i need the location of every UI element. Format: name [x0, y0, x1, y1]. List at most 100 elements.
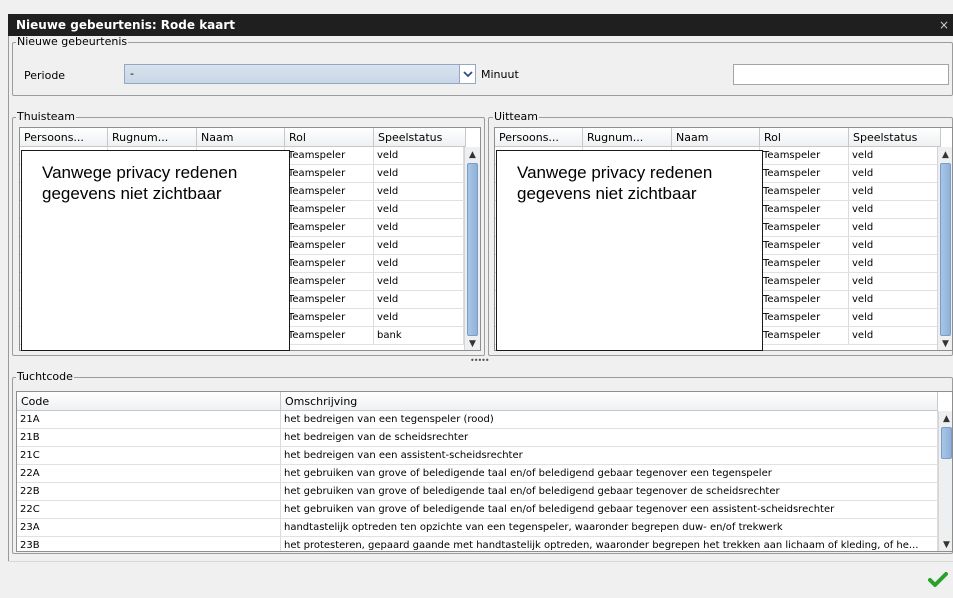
table-cell: veld [374, 291, 464, 308]
table-cell: Teamspeler [760, 147, 849, 164]
tucht-desc-cell: het bedreigen van de scheidsrechter [281, 429, 938, 446]
home-scrollbar[interactable]: ▲ ▼ [464, 147, 480, 350]
col-naam[interactable]: Naam [197, 128, 285, 146]
table-row[interactable]: 21B het bedreigen van de scheidsrechter [17, 429, 938, 447]
scroll-down-icon[interactable]: ▼ [939, 538, 952, 551]
col-rugnummer[interactable]: Rugnum... [108, 128, 197, 146]
col-persoons[interactable]: Persoons... [20, 128, 108, 146]
table-cell: veld [849, 201, 939, 218]
table-cell: Teamspeler [760, 165, 849, 182]
checkmark-icon[interactable] [928, 571, 948, 589]
table-cell: Teamspeler [760, 255, 849, 272]
home-privacy-line2: gegevens niet zichtbaar [42, 184, 222, 203]
tucht-label: Tuchtcode [16, 370, 74, 383]
table-cell: veld [849, 327, 939, 344]
away-scrollbar[interactable]: ▲ ▼ [937, 147, 952, 350]
table-cell: Teamspeler [285, 255, 374, 272]
scroll-up-icon[interactable]: ▲ [938, 148, 952, 162]
home-grid-header: Persoons... Rugnum... Naam Rol Speelstat… [20, 128, 466, 147]
table-cell: veld [374, 147, 464, 164]
splitter-handle[interactable]: ••••• [470, 356, 490, 365]
col-code[interactable]: Code [17, 392, 281, 410]
table-row[interactable]: 21C het bedreigen van een assistent-schei… [17, 447, 938, 465]
table-cell: Teamspeler [285, 291, 374, 308]
table-cell: Teamspeler [285, 201, 374, 218]
home-team-label: Thuisteam [16, 110, 76, 123]
table-row[interactable]: 22B het gebruiken van grove of beledigend… [17, 483, 938, 501]
table-cell: Teamspeler [285, 327, 374, 344]
table-row[interactable]: 21A het bedreigen van een tegenspeler (ro… [17, 411, 938, 429]
periode-label: Periode [24, 69, 66, 82]
close-icon[interactable]: × [939, 14, 949, 36]
table-cell: Teamspeler [285, 273, 374, 290]
scroll-up-icon[interactable]: ▲ [465, 148, 480, 162]
table-cell: Teamspeler [760, 291, 849, 308]
tucht-code-cell: 22B [17, 483, 281, 500]
table-cell: Teamspeler [285, 219, 374, 236]
tucht-code-cell: 23B [17, 537, 281, 551]
table-cell: bank [374, 327, 464, 344]
table-cell: veld [849, 291, 939, 308]
periode-select[interactable]: - [124, 64, 476, 84]
col-omschrijving[interactable]: Omschrijving [281, 392, 938, 410]
scroll-down-icon[interactable]: ▼ [465, 337, 480, 350]
event-group-label: Nieuwe gebeurtenis [16, 35, 129, 48]
scroll-thumb[interactable] [940, 163, 951, 336]
away-team-label: Uitteam [493, 110, 539, 123]
table-row[interactable]: 23B het protesteren, gepaard gaande met h… [17, 537, 938, 551]
tucht-code-cell: 21A [17, 411, 281, 428]
tucht-desc-cell: handtastelijk optreden ten opzichte van … [281, 519, 938, 536]
minuut-input[interactable] [733, 64, 949, 85]
away-privacy-line2: gegevens niet zichtbaar [517, 184, 697, 203]
table-cell: veld [849, 165, 939, 182]
table-cell: veld [849, 255, 939, 272]
tucht-grid: Code Omschrijving 21A het bedreigen van e… [16, 391, 953, 552]
window-titlebar: Nieuwe gebeurtenis: Rode kaart × [8, 14, 953, 36]
tucht-code-cell: 23A [17, 519, 281, 536]
table-cell: Teamspeler [285, 237, 374, 254]
table-cell: Teamspeler [285, 183, 374, 200]
table-cell: veld [374, 255, 464, 272]
scroll-thumb[interactable] [941, 427, 952, 459]
tucht-code-cell: 22A [17, 465, 281, 482]
home-privacy-line1: Vanwege privacy redenen [42, 163, 238, 182]
away-grid-header: Persoons... Rugnum... Naam Rol Speelstat… [495, 128, 941, 147]
col-speelstatus[interactable]: Speelstatus [849, 128, 941, 146]
table-cell: Teamspeler [285, 309, 374, 326]
away-privacy-line1: Vanwege privacy redenen [517, 163, 713, 182]
col-naam[interactable]: Naam [672, 128, 760, 146]
table-cell: veld [374, 183, 464, 200]
col-rol[interactable]: Rol [760, 128, 849, 146]
table-cell: Teamspeler [285, 147, 374, 164]
table-row[interactable]: 22A het gebruiken van grove of beledigend… [17, 465, 938, 483]
table-cell: veld [849, 273, 939, 290]
scroll-thumb[interactable] [467, 163, 478, 336]
tucht-code-cell: 22C [17, 501, 281, 518]
minuut-label: Minuut [481, 68, 519, 81]
chevron-down-icon[interactable] [459, 65, 475, 83]
table-cell: veld [374, 201, 464, 218]
table-cell: veld [374, 273, 464, 290]
scroll-down-icon[interactable]: ▼ [938, 337, 952, 350]
table-cell: veld [849, 147, 939, 164]
table-cell: Teamspeler [760, 183, 849, 200]
table-cell: veld [849, 183, 939, 200]
col-persoons[interactable]: Persoons... [495, 128, 583, 146]
table-cell: Teamspeler [760, 327, 849, 344]
confirm-button[interactable] [928, 571, 948, 589]
col-rol[interactable]: Rol [285, 128, 374, 146]
col-speelstatus[interactable]: Speelstatus [374, 128, 466, 146]
tucht-desc-cell: het gebruiken van grove of beledigende t… [281, 501, 938, 518]
table-row[interactable]: 23A handtastelijk optreden ten opzichte v… [17, 519, 938, 537]
dialog-footer [8, 561, 953, 598]
table-cell: veld [849, 309, 939, 326]
table-cell: Teamspeler [760, 237, 849, 254]
table-cell: Teamspeler [760, 201, 849, 218]
tucht-scrollbar[interactable]: ▲ ▼ [938, 411, 952, 551]
scroll-up-icon[interactable]: ▲ [939, 412, 952, 426]
away-privacy-overlay: Vanwege privacy redenen gegevens niet zi… [496, 150, 763, 351]
col-rugnummer[interactable]: Rugnum... [583, 128, 672, 146]
table-row[interactable]: 22C het gebruiken van grove of beledigend… [17, 501, 938, 519]
table-cell: veld [849, 219, 939, 236]
table-cell: Teamspeler [760, 309, 849, 326]
